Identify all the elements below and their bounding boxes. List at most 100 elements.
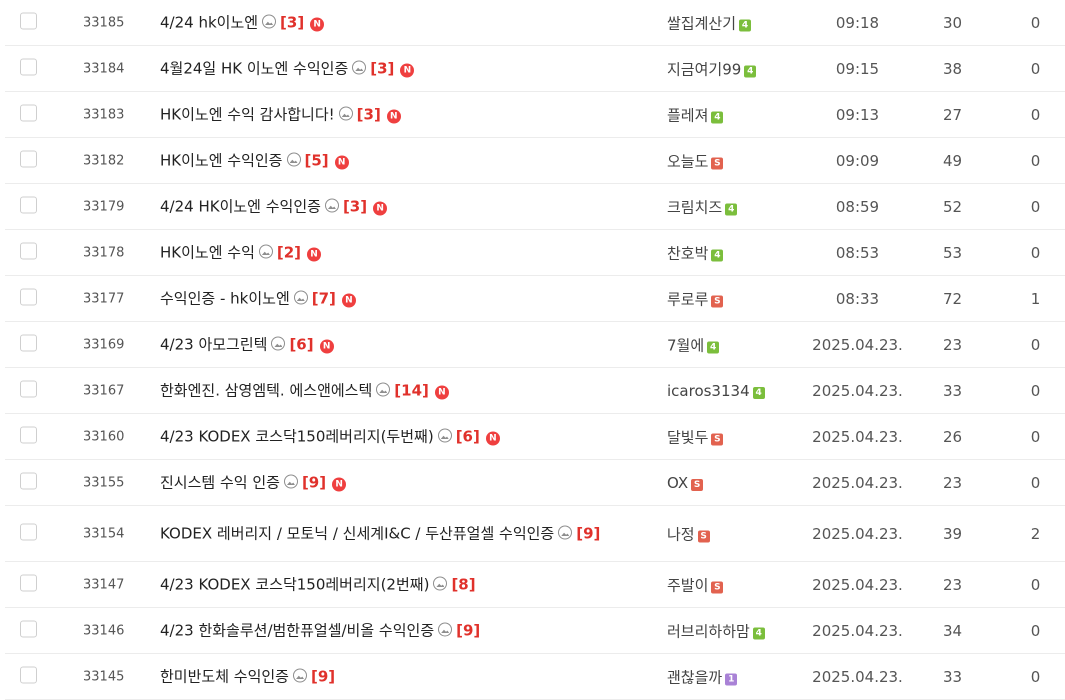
post-author[interactable]: icaros3134 4 — [667, 382, 812, 400]
post-title[interactable]: 한미반도체 수익인증 [9] — [160, 666, 650, 687]
author-name[interactable]: 괜찮을까 — [667, 668, 722, 686]
view-count: 39 — [942, 524, 963, 543]
post-title[interactable]: 4/24 hk이노엔 [3] N — [160, 12, 650, 33]
post-author[interactable]: 찬호박 4 — [667, 242, 812, 263]
comment-count[interactable]: [9] — [311, 667, 335, 685]
select-checkbox[interactable] — [20, 104, 37, 121]
post-title[interactable]: 수익인증 - hk이노엔 [7] N — [160, 288, 650, 309]
author-name[interactable]: 찬호박 — [667, 244, 708, 262]
post-author[interactable]: 쌀집계산기 4 — [667, 12, 812, 33]
author-name[interactable]: 러브리하하맘 — [667, 622, 750, 640]
comment-count[interactable]: [3] — [370, 59, 394, 77]
post-title-text[interactable]: 진시스템 수익 인증 — [160, 473, 280, 491]
post-title[interactable]: HK이노엔 수익 감사합니다! [3] N — [160, 104, 650, 125]
post-title[interactable]: 4/23 KODEX 코스닥150레버리지(두번째) [6] N — [160, 426, 650, 447]
post-title[interactable]: KODEX 레버리지 / 모토닉 / 신세계I&C / 두산퓨얼셀 수익인증 [9… — [160, 523, 650, 544]
select-checkbox[interactable] — [20, 380, 37, 397]
post-number: 33154 — [83, 526, 125, 541]
select-checkbox[interactable] — [20, 574, 37, 591]
post-title-text[interactable]: 4/24 hk이노엔 — [160, 13, 258, 31]
select-checkbox[interactable] — [20, 12, 37, 29]
select-checkbox[interactable] — [20, 150, 37, 167]
post-title-text[interactable]: 한미반도체 수익인증 — [160, 667, 289, 685]
post-title-text[interactable]: 4/23 KODEX 코스닥150레버리지(두번째) — [160, 427, 434, 445]
comment-count[interactable]: [2] — [277, 243, 301, 261]
post-title[interactable]: 4/23 KODEX 코스닥150레버리지(2번째) [8] — [160, 574, 650, 595]
comment-count[interactable]: [5] — [305, 151, 329, 169]
post-title-text[interactable]: 4/24 HK이노엔 수익인증 — [160, 197, 321, 215]
comment-count[interactable]: [6] — [456, 427, 480, 445]
post-title[interactable]: 4/24 HK이노엔 수익인증 [3] N — [160, 196, 650, 217]
comment-count[interactable]: [7] — [312, 289, 336, 307]
post-author[interactable]: 오늘도 S — [667, 150, 812, 171]
author-name[interactable]: icaros3134 — [667, 382, 750, 400]
post-title[interactable]: HK이노엔 수익 [2] N — [160, 242, 650, 263]
author-name[interactable]: 지금여기99 — [667, 60, 741, 78]
post-title-text[interactable]: 4/23 KODEX 코스닥150레버리지(2번째) — [160, 575, 429, 593]
select-checkbox[interactable] — [20, 426, 37, 443]
author-name[interactable]: 7월에 — [667, 336, 704, 354]
author-name[interactable]: 나정 — [667, 525, 695, 543]
comment-count[interactable]: [3] — [357, 105, 381, 123]
post-title-text[interactable]: KODEX 레버리지 / 모토닉 / 신세계I&C / 두산퓨얼셀 수익인증 — [160, 524, 554, 542]
post-author[interactable]: 플레져 4 — [667, 104, 812, 125]
author-name[interactable]: 플레져 — [667, 106, 708, 124]
post-title[interactable]: HK이노엔 수익인증 [5] N — [160, 150, 650, 171]
post-title-text[interactable]: 수익인증 - hk이노엔 — [160, 289, 290, 307]
post-author[interactable]: 러브리하하맘 4 — [667, 620, 812, 641]
post-author[interactable]: OX S — [667, 474, 812, 492]
comment-count[interactable]: [9] — [302, 473, 326, 491]
select-checkbox[interactable] — [20, 620, 37, 637]
author-name[interactable]: 크림치즈 — [667, 198, 722, 216]
post-author[interactable]: 크림치즈 4 — [667, 196, 812, 217]
post-title-text[interactable]: 4월24일 HK 이노엔 수익인증 — [160, 59, 348, 77]
post-author[interactable]: 루로루 S — [667, 288, 812, 309]
post-title-text[interactable]: HK이노엔 수익인증 — [160, 151, 283, 169]
like-count: 0 — [1030, 621, 1041, 640]
like-count: 1 — [1030, 289, 1041, 308]
post-author[interactable]: 달빛두 S — [667, 426, 812, 447]
new-badge-icon: N — [341, 293, 356, 307]
author-name[interactable]: 쌀집계산기 — [667, 14, 736, 32]
post-title-text[interactable]: HK이노엔 수익 감사합니다! — [160, 105, 335, 123]
author-name[interactable]: OX — [667, 474, 688, 492]
post-number: 33177 — [83, 291, 125, 306]
post-title[interactable]: 진시스템 수익 인증 [9] N — [160, 472, 650, 493]
post-author[interactable]: 괜찮을까 1 — [667, 666, 812, 687]
select-checkbox[interactable] — [20, 523, 37, 540]
post-number: 33167 — [83, 383, 125, 398]
comment-count[interactable]: [9] — [576, 524, 600, 542]
post-title[interactable]: 4/23 아모그린텍 [6] N — [160, 334, 650, 355]
comment-count[interactable]: [9] — [456, 621, 480, 639]
post-author[interactable]: 7월에 4 — [667, 334, 812, 355]
author-name[interactable]: 주발이 — [667, 576, 708, 594]
post-date: 2025.04.23. — [812, 381, 903, 400]
post-title[interactable]: 4월24일 HK 이노엔 수익인증 [3] N — [160, 58, 650, 79]
author-name[interactable]: 루로루 — [667, 290, 708, 308]
comment-count[interactable]: [14] — [394, 381, 429, 399]
post-author[interactable]: 지금여기99 4 — [667, 58, 812, 79]
post-title-text[interactable]: 4/23 한화솔루션/범한퓨얼셀/비올 수익인증 — [160, 621, 434, 639]
author-name[interactable]: 달빛두 — [667, 428, 708, 446]
post-title[interactable]: 4/23 한화솔루션/범한퓨얼셀/비올 수익인증 [9] — [160, 620, 650, 641]
post-author[interactable]: 나정 S — [667, 523, 812, 544]
select-checkbox[interactable] — [20, 58, 37, 75]
comment-count[interactable]: [3] — [343, 197, 367, 215]
like-count: 0 — [1030, 59, 1041, 78]
select-checkbox[interactable] — [20, 472, 37, 489]
new-badge-icon: N — [334, 155, 349, 169]
select-checkbox[interactable] — [20, 196, 37, 213]
select-checkbox[interactable] — [20, 242, 37, 259]
post-title[interactable]: 한화엔진. 삼영엠텍. 에스앤에스텍 [14] N — [160, 380, 650, 401]
post-title-text[interactable]: 4/23 아모그린텍 — [160, 335, 267, 353]
post-title-text[interactable]: HK이노엔 수익 — [160, 243, 255, 261]
select-checkbox[interactable] — [20, 666, 37, 683]
comment-count[interactable]: [6] — [289, 335, 313, 353]
select-checkbox[interactable] — [20, 288, 37, 305]
select-checkbox[interactable] — [20, 334, 37, 351]
post-title-text[interactable]: 한화엔진. 삼영엠텍. 에스앤에스텍 — [160, 381, 372, 399]
author-name[interactable]: 오늘도 — [667, 152, 708, 170]
post-author[interactable]: 주발이 S — [667, 574, 812, 595]
comment-count[interactable]: [8] — [451, 575, 475, 593]
comment-count[interactable]: [3] — [280, 13, 304, 31]
